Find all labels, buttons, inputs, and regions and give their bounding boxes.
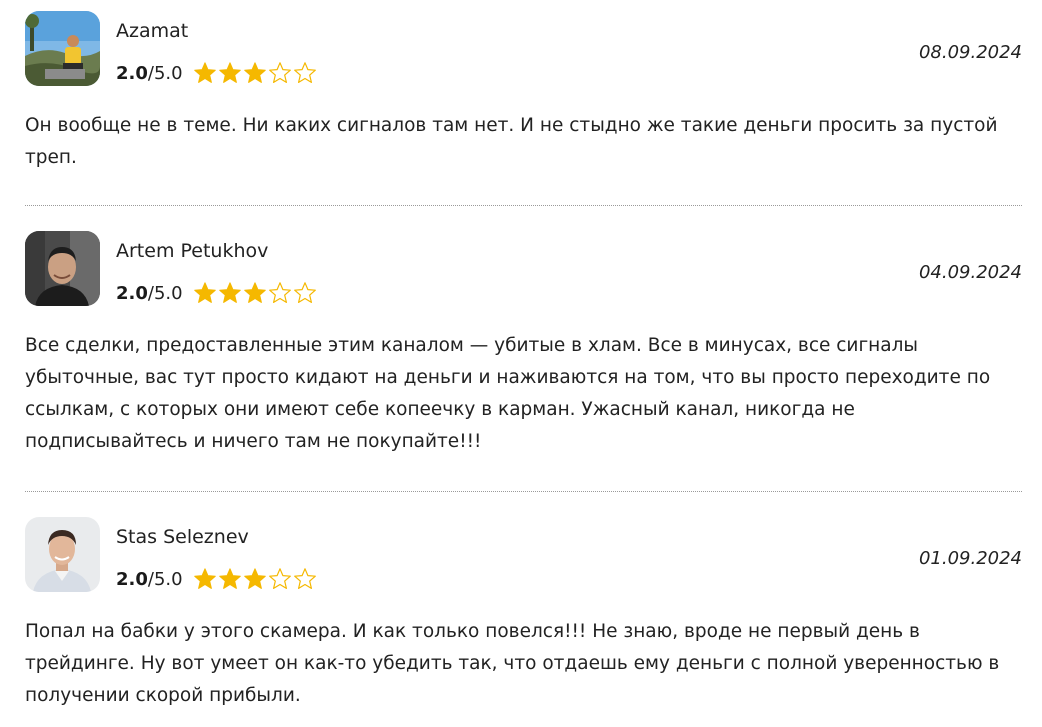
- rating-max: /5.0: [147, 62, 183, 84]
- review-text: Все сделки, предоставленные этим каналом…: [25, 335, 991, 452]
- star-filled-icon: [243, 568, 266, 589]
- review-text: Он вообще не в теме. Ни каких сигналов т…: [25, 115, 998, 168]
- star-empty-icon: [293, 282, 316, 303]
- review-text: Попал на бабки у этого скамера. И как то…: [25, 621, 1000, 706]
- divider: [25, 491, 1022, 492]
- divider: [25, 205, 1022, 206]
- star-rating: [193, 281, 318, 305]
- rating-max: /5.0: [147, 568, 183, 590]
- star-empty-icon: [268, 568, 291, 589]
- avatar: [25, 517, 100, 592]
- avatar-photo-azamat-icon: [25, 11, 100, 86]
- review-date: 08.09.2024: [918, 42, 1022, 63]
- star-filled-icon: [218, 282, 241, 303]
- star-rating: [193, 61, 318, 85]
- avatar: [25, 231, 100, 306]
- star-filled-icon: [218, 568, 241, 589]
- rating-score: 2.0: [116, 282, 148, 304]
- author-name[interactable]: Stas Seleznev: [116, 526, 249, 548]
- star-filled-icon: [218, 62, 241, 83]
- star-empty-icon: [293, 568, 316, 589]
- star-filled-icon: [243, 282, 266, 303]
- reviews-list: Azamat 2.0/5.0 08.09.2024 Он вообще не в…: [0, 0, 1042, 727]
- star-rating: [193, 567, 318, 591]
- avatar: [25, 11, 100, 86]
- rating: 2.0/5.0: [116, 278, 318, 308]
- star-empty-icon: [268, 282, 291, 303]
- star-filled-icon: [243, 62, 266, 83]
- rating: 2.0/5.0: [116, 58, 318, 88]
- star-filled-icon: [193, 282, 216, 303]
- star-empty-icon: [268, 62, 291, 83]
- rating-max: /5.0: [147, 282, 183, 304]
- star-empty-icon: [293, 62, 316, 83]
- author-name[interactable]: Azamat: [116, 20, 188, 42]
- avatar-photo-artem-icon: [25, 231, 100, 306]
- star-filled-icon: [193, 568, 216, 589]
- author-name[interactable]: Artem Petukhov: [116, 240, 268, 262]
- review-date: 04.09.2024: [918, 262, 1022, 283]
- rating-score: 2.0: [116, 62, 148, 84]
- review-date: 01.09.2024: [918, 548, 1022, 569]
- rating: 2.0/5.0: [116, 564, 318, 594]
- star-filled-icon: [193, 62, 216, 83]
- avatar-photo-stas-icon: [25, 517, 100, 592]
- rating-score: 2.0: [116, 568, 148, 590]
